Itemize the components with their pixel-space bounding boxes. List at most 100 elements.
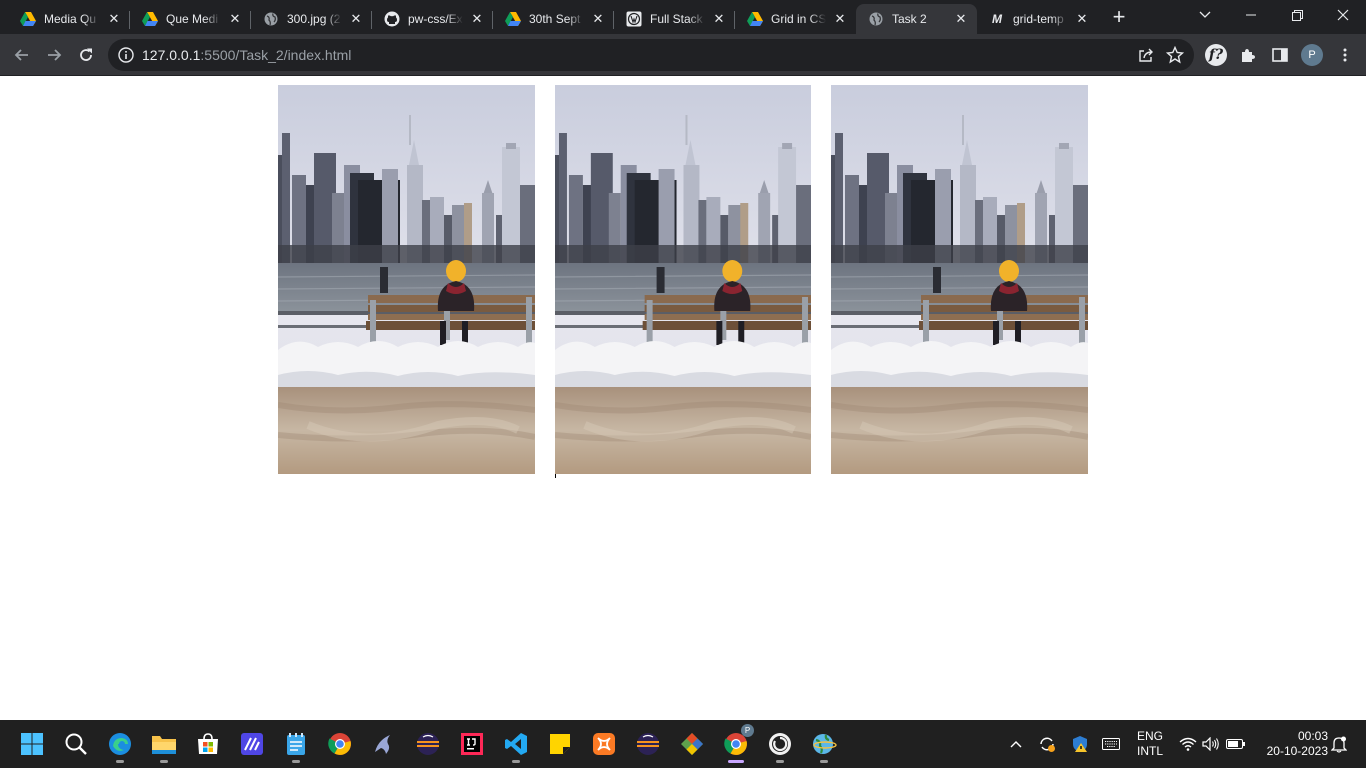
close-icon xyxy=(1337,9,1349,21)
search-icon xyxy=(65,733,87,755)
tab-que-media[interactable]: Que Medi ✕ xyxy=(130,4,251,34)
keyboard-icon xyxy=(1102,738,1120,750)
sticky-note-icon xyxy=(550,734,570,754)
close-tab-icon[interactable]: ✕ xyxy=(469,11,485,27)
running-indicator xyxy=(512,760,520,763)
input-language-indicator[interactable]: ENG INTL xyxy=(1130,729,1170,759)
tab-300-jpg[interactable]: 300.jpg (2 ✕ xyxy=(251,4,372,34)
site-info-icon[interactable] xyxy=(118,47,134,63)
vscode-app[interactable] xyxy=(500,728,532,763)
edge-icon xyxy=(109,733,131,755)
tab-30th-sept[interactable]: 30th Sept ✕ xyxy=(493,4,614,34)
side-panel-icon[interactable] xyxy=(1268,43,1292,67)
keyboard-tray-icon[interactable] xyxy=(1100,720,1122,768)
vscode-icon xyxy=(505,733,527,755)
address-bar[interactable]: 127.0.0.1:5500/Task_2/index.html xyxy=(108,39,1194,71)
close-tab-icon[interactable]: ✕ xyxy=(953,11,969,27)
file-explorer-app[interactable] xyxy=(148,728,180,763)
eclipse-app[interactable] xyxy=(412,728,444,760)
address-url[interactable]: 127.0.0.1:5500/Task_2/index.html xyxy=(142,47,351,63)
sticky-notes-app[interactable] xyxy=(544,728,576,760)
extensions-puzzle-icon[interactable] xyxy=(1236,43,1260,67)
edge-app[interactable] xyxy=(104,728,136,763)
xampp-app[interactable] xyxy=(588,728,620,760)
battery-tray-icon[interactable] xyxy=(1225,720,1247,768)
back-button[interactable] xyxy=(8,41,36,69)
extension-f-icon[interactable]: f? xyxy=(1205,44,1227,66)
browser-globe-app[interactable] xyxy=(808,728,840,763)
tab-grid-in-css[interactable]: Grid in CS ✕ xyxy=(735,4,856,34)
show-hidden-icons-button[interactable] xyxy=(1006,720,1026,768)
system-clock[interactable]: 00:03 20-10-2023 xyxy=(1252,729,1328,759)
close-tab-icon[interactable]: ✕ xyxy=(590,11,606,27)
record-icon xyxy=(769,733,791,755)
eclipse-ee-app[interactable] xyxy=(632,728,664,760)
sync-tray-icon[interactable] xyxy=(1036,720,1058,768)
notepad-app[interactable] xyxy=(280,728,312,763)
volume-tray-icon[interactable] xyxy=(1201,720,1221,768)
minimize-button[interactable] xyxy=(1228,0,1274,30)
git-gui-app[interactable] xyxy=(676,728,708,760)
tab-strip: Media Qu ✕ Que Medi ✕ 300.jpg (2 ✕ pw-cs… xyxy=(0,0,1366,34)
close-tab-icon[interactable]: ✕ xyxy=(227,11,243,27)
chrome-profile-app[interactable]: P xyxy=(720,724,754,763)
back-arrow-icon xyxy=(14,49,28,61)
intellij-icon xyxy=(461,733,483,755)
windows-logo-icon xyxy=(21,733,43,755)
bookmark-star-icon[interactable] xyxy=(1166,46,1184,64)
running-indicator xyxy=(160,760,168,763)
running-indicator xyxy=(728,760,744,763)
forward-button[interactable] xyxy=(40,41,68,69)
tab-full-stack[interactable]: Full Stack ✕ xyxy=(614,4,735,34)
close-tab-icon[interactable]: ✕ xyxy=(1074,11,1090,27)
close-window-button[interactable] xyxy=(1320,0,1366,30)
new-tab-button[interactable]: + xyxy=(1105,4,1133,29)
running-indicator xyxy=(292,760,300,763)
intellij-app[interactable] xyxy=(456,728,488,760)
running-indicator xyxy=(116,760,124,763)
tab-task-2[interactable]: Task 2 ✕ xyxy=(856,4,977,34)
eclipse-icon xyxy=(637,733,659,755)
city-bench-image-1 xyxy=(278,85,535,474)
tab-search-button[interactable] xyxy=(1182,0,1228,30)
chrome-app[interactable] xyxy=(324,728,356,760)
profile-avatar[interactable]: P xyxy=(1301,44,1323,66)
tailwind-app[interactable] xyxy=(236,728,268,760)
app-icon xyxy=(241,733,263,755)
reload-button[interactable] xyxy=(72,41,100,69)
notifications-button[interactable] xyxy=(1329,720,1349,768)
share-icon[interactable] xyxy=(1138,47,1154,63)
tab-grid-template[interactable]: M grid-temp ✕ xyxy=(977,4,1098,34)
google-drive-icon xyxy=(142,11,158,27)
keyboard-layout: INTL xyxy=(1136,744,1163,758)
start-button[interactable] xyxy=(16,728,48,760)
security-tray-icon[interactable] xyxy=(1069,720,1091,768)
browser-toolbar: 127.0.0.1:5500/Task_2/index.html f? P xyxy=(0,34,1366,76)
xampp-icon xyxy=(593,733,615,755)
tab-pw-css[interactable]: pw-css/Ex ✕ xyxy=(372,4,493,34)
restore-button[interactable] xyxy=(1274,0,1320,30)
chevron-down-icon xyxy=(1199,11,1211,18)
wifi-icon xyxy=(1179,737,1197,751)
obs-app[interactable] xyxy=(764,728,796,763)
tab-title: Que Medi xyxy=(166,12,219,26)
microsoft-store-app[interactable] xyxy=(192,728,224,760)
minimize-icon xyxy=(1246,14,1256,16)
tab-media-queries[interactable]: Media Qu ✕ xyxy=(8,4,130,34)
menu-kebab-icon[interactable] xyxy=(1333,43,1357,67)
close-tab-icon[interactable]: ✕ xyxy=(711,11,727,27)
dolphin-icon xyxy=(375,735,390,754)
reload-icon xyxy=(80,48,92,61)
tab-title: grid-temp xyxy=(1013,12,1064,26)
city-bench-image-3 xyxy=(831,85,1088,474)
close-tab-icon[interactable]: ✕ xyxy=(106,11,122,27)
globe-icon xyxy=(263,11,279,27)
search-button[interactable] xyxy=(60,728,92,760)
battery-icon xyxy=(1226,739,1245,749)
google-drive-icon xyxy=(747,11,763,27)
close-tab-icon[interactable]: ✕ xyxy=(348,11,364,27)
tab-title: pw-css/Ex xyxy=(408,12,463,26)
wifi-tray-icon[interactable] xyxy=(1178,720,1198,768)
close-tab-icon[interactable]: ✕ xyxy=(832,11,848,27)
mysql-workbench-app[interactable] xyxy=(368,728,400,760)
